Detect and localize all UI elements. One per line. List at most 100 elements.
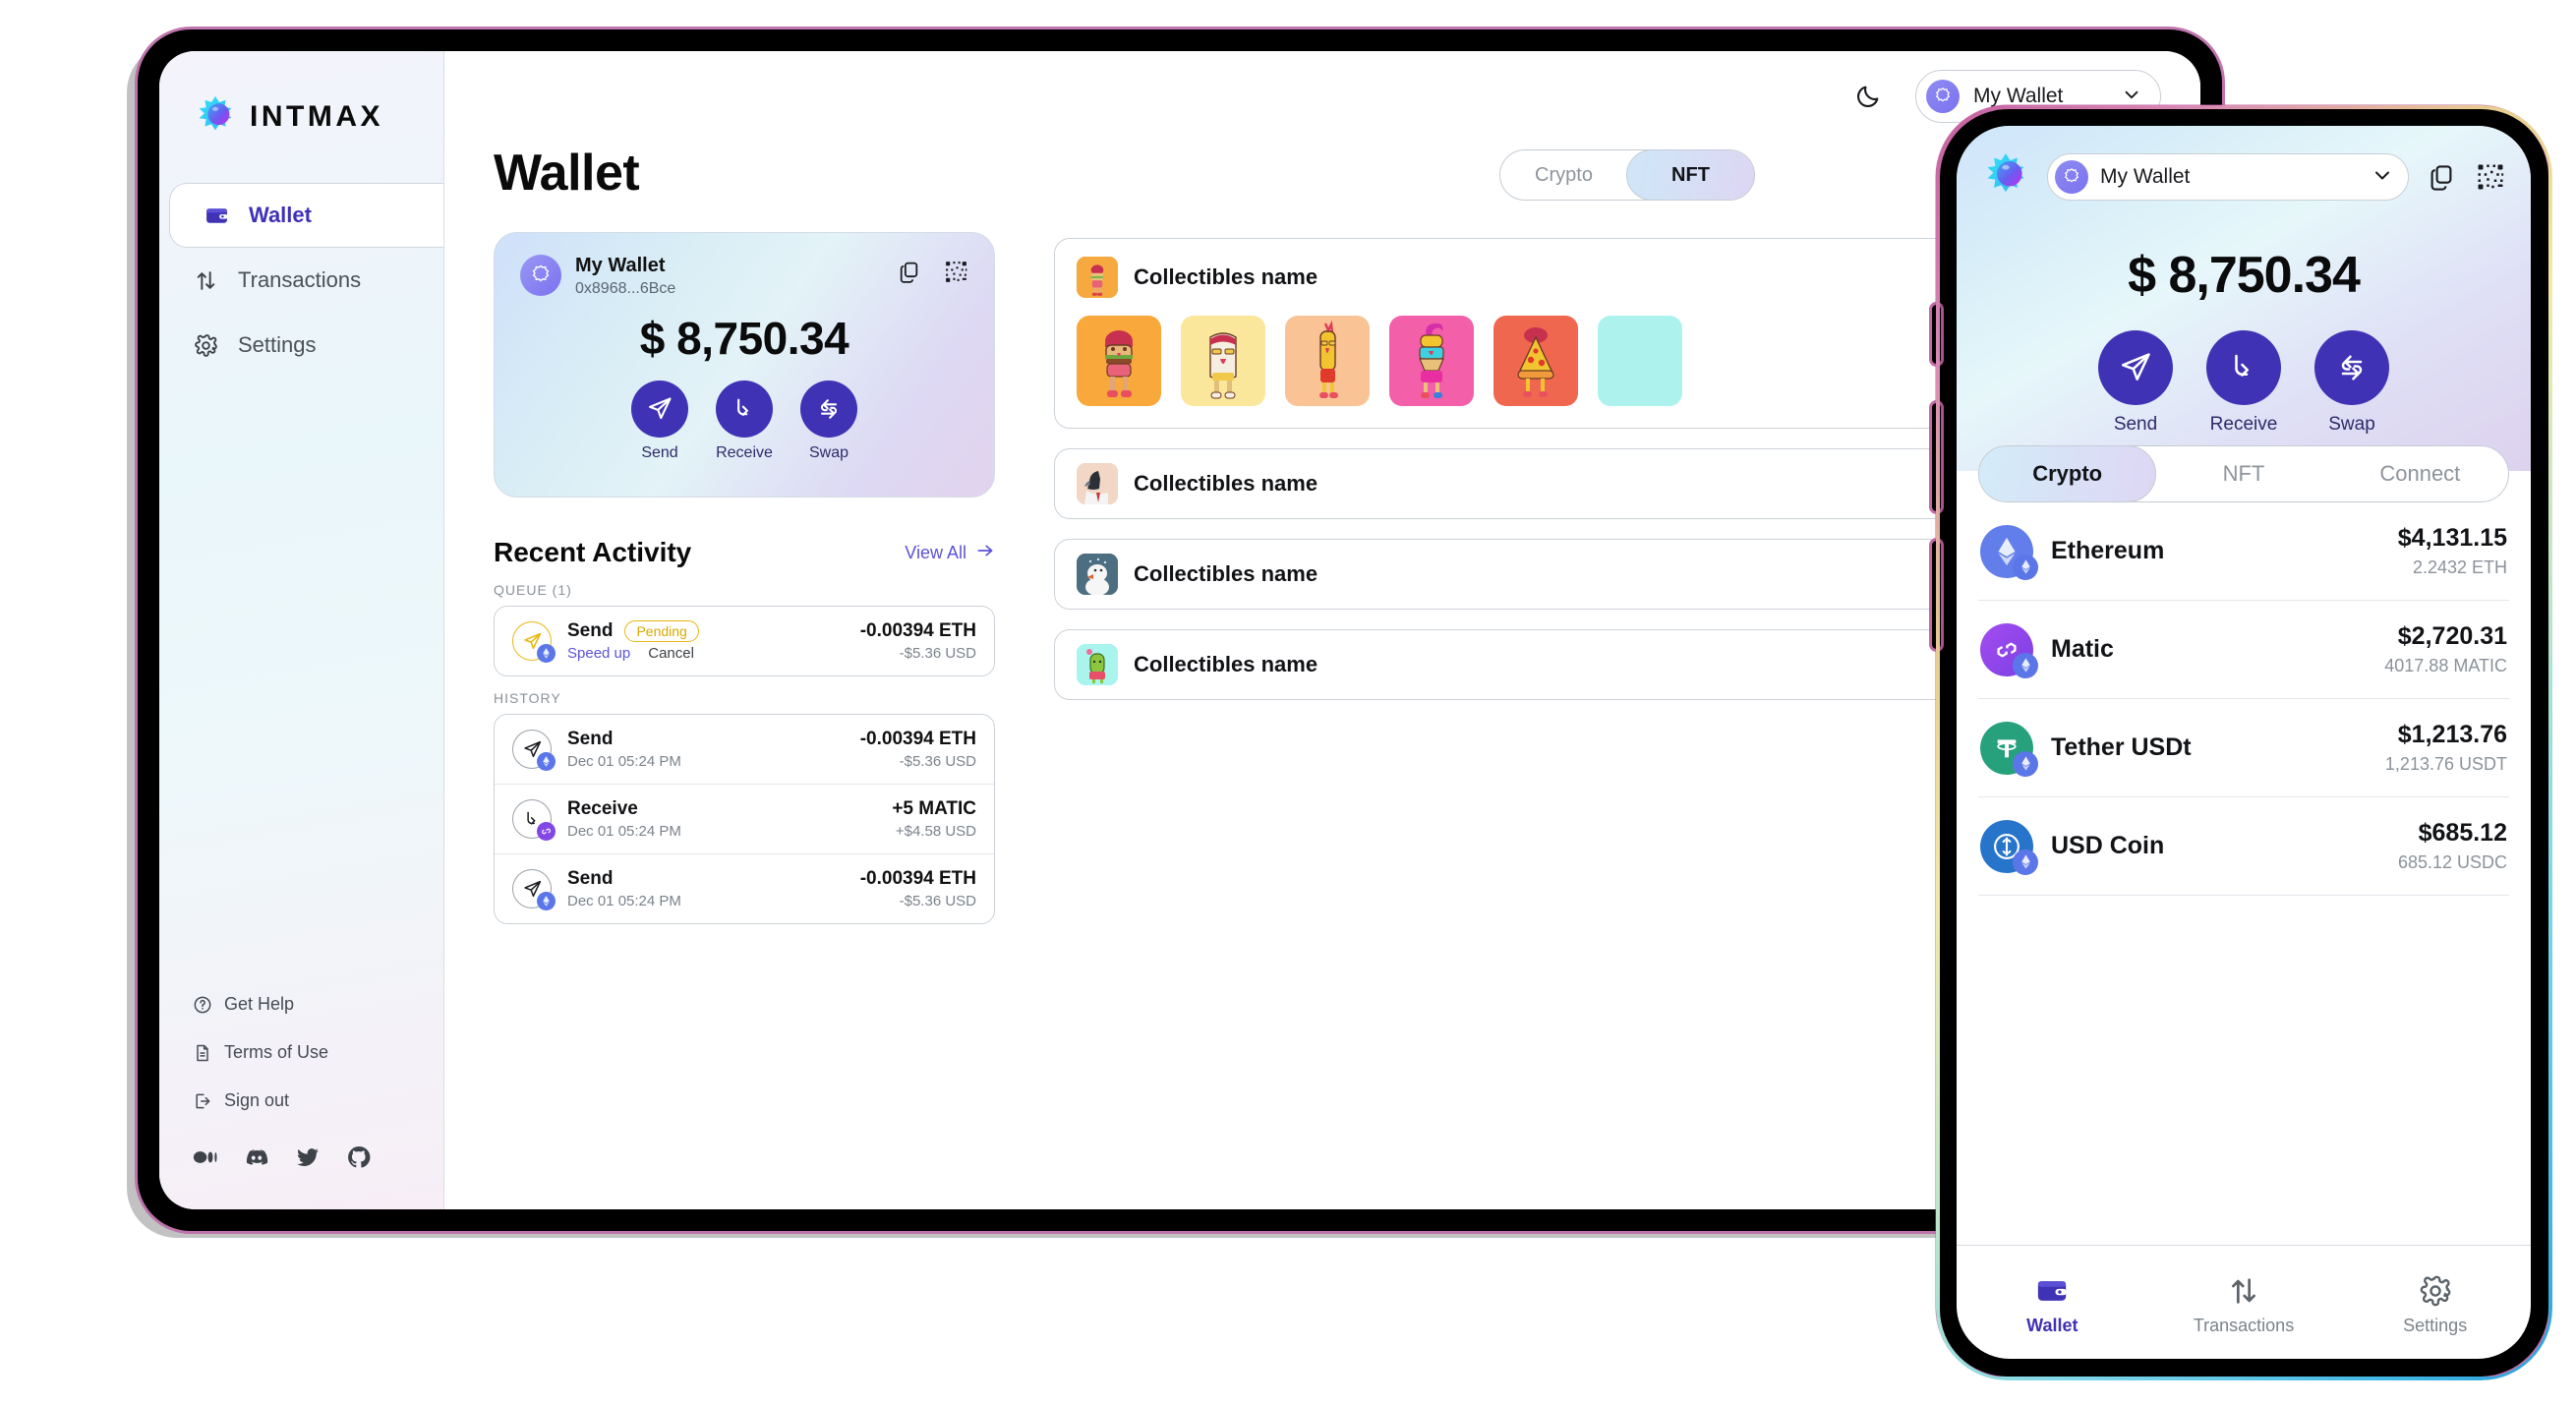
sidebar: INTMAX Wallet Transactions Settings Get … bbox=[159, 51, 444, 1209]
copy-icon[interactable] bbox=[896, 259, 921, 284]
transactions-arrows-icon bbox=[2148, 1272, 2340, 1310]
phone-wallet-selector[interactable]: My Wallet bbox=[2047, 153, 2409, 201]
table-row[interactable]: Send Pending Speed up Cancel -0.00394 ET… bbox=[495, 607, 994, 675]
get-help-link[interactable]: Get Help bbox=[193, 994, 443, 1015]
footer-link-label: Get Help bbox=[224, 994, 295, 1014]
token-values: $4,131.15 2.2432 ETH bbox=[2398, 524, 2507, 578]
collectible-thumbnail bbox=[1077, 644, 1118, 685]
receive-label: Receive bbox=[716, 444, 773, 461]
phone-nav-label: Wallet bbox=[2026, 1316, 2078, 1335]
moon-icon[interactable] bbox=[1848, 77, 1888, 116]
phone-nav-wallet[interactable]: Wallet bbox=[1957, 1272, 2148, 1336]
phone-nav-transactions[interactable]: Transactions bbox=[2148, 1272, 2340, 1336]
token-amount: 2.2432 ETH bbox=[2412, 557, 2507, 577]
phone-swap-button[interactable]: Swap bbox=[2314, 330, 2389, 436]
phone-balance-amount: $ 8,750.34 bbox=[2128, 247, 2361, 304]
phone-side-button-volume-down[interactable] bbox=[1932, 541, 1941, 649]
collectible-thumbnail bbox=[1077, 257, 1118, 298]
phone-tab-crypto[interactable]: Crypto bbox=[1979, 446, 2157, 501]
table-row[interactable]: Send Dec 01 05:24 PM -0.00394 ETH -$5.36… bbox=[495, 853, 994, 923]
collectible-name: Collectibles name bbox=[1134, 471, 1318, 496]
send-button[interactable]: Send bbox=[631, 381, 688, 462]
phone-hero: My Wallet $ 8,750.34 Send Receive Swap bbox=[1957, 126, 2531, 471]
qr-code-icon[interactable] bbox=[943, 259, 968, 284]
phone-screen: My Wallet $ 8,750.34 Send Receive Swap C… bbox=[1957, 126, 2531, 1359]
phone-swap-label: Swap bbox=[2328, 414, 2375, 435]
ethereum-icon bbox=[537, 892, 556, 910]
terms-of-use-link[interactable]: Terms of Use bbox=[193, 1042, 443, 1063]
github-icon[interactable] bbox=[346, 1144, 372, 1170]
transaction-amount: -0.00394 ETH bbox=[859, 729, 976, 749]
phone-nav-settings[interactable]: Settings bbox=[2339, 1272, 2531, 1336]
collectible-tile[interactable] bbox=[1598, 316, 1682, 406]
tab-crypto[interactable]: Crypto bbox=[1500, 150, 1627, 200]
speed-up-link[interactable]: Speed up bbox=[567, 645, 630, 662]
balance-card: My Wallet 0x8968...6Bce $ 8,750.34 Send … bbox=[494, 232, 995, 498]
transaction-title-line: Send Pending bbox=[567, 620, 845, 642]
phone-tab-nft[interactable]: NFT bbox=[2155, 446, 2331, 501]
intmax-logo-icon bbox=[193, 94, 238, 140]
token-usd-value: $1,213.76 bbox=[2397, 721, 2507, 748]
phone-tabs: Crypto NFT Connect bbox=[1978, 445, 2509, 502]
table-row[interactable]: Receive Dec 01 05:24 PM +5 MATIC +$4.58 … bbox=[495, 784, 994, 853]
medium-icon[interactable] bbox=[193, 1144, 218, 1170]
token-usd-value: $4,131.15 bbox=[2397, 524, 2507, 552]
sign-out-link[interactable]: Sign out bbox=[193, 1090, 443, 1111]
ethereum-chain-icon bbox=[2013, 750, 2038, 777]
transaction-type: Send bbox=[567, 868, 614, 889]
sidebar-item-settings[interactable]: Settings bbox=[159, 313, 443, 378]
collectible-tile[interactable] bbox=[1493, 316, 1578, 406]
question-circle-icon bbox=[193, 995, 212, 1015]
token-name: USD Coin bbox=[2051, 832, 2165, 859]
wallet-name: My Wallet bbox=[575, 255, 666, 276]
sidebar-item-transactions[interactable]: Transactions bbox=[159, 248, 443, 313]
header-bar: My Wallet bbox=[444, 51, 2200, 142]
discord-icon[interactable] bbox=[244, 1144, 269, 1170]
ethereum-icon bbox=[537, 752, 556, 771]
starburst-avatar-icon bbox=[520, 255, 561, 296]
token-usd-value: $2,720.31 bbox=[2397, 622, 2507, 650]
transaction-amounts: +5 MATIC +$4.58 USD bbox=[892, 798, 976, 840]
phone-receive-button[interactable]: Receive bbox=[2206, 330, 2281, 436]
social-links bbox=[193, 1144, 443, 1170]
phone-nav-label: Transactions bbox=[2193, 1316, 2295, 1335]
collectible-thumbnail bbox=[1077, 463, 1118, 504]
queue-label: QUEUE (1) bbox=[494, 582, 572, 598]
collectible-tile[interactable] bbox=[1181, 316, 1265, 406]
phone-side-button-mute[interactable] bbox=[1932, 305, 1941, 364]
history-list: Send Dec 01 05:24 PM -0.00394 ETH -$5.36… bbox=[494, 714, 995, 924]
document-icon bbox=[193, 1043, 212, 1063]
list-item[interactable]: Ethereum $4,131.15 2.2432 ETH bbox=[1978, 502, 2509, 601]
swap-arrows-icon bbox=[800, 381, 857, 438]
twitter-icon[interactable] bbox=[295, 1144, 321, 1170]
token-amount: 685.12 USDC bbox=[2397, 852, 2507, 872]
transaction-actions: Speed up Cancel bbox=[567, 645, 845, 662]
transaction-date: Dec 01 05:24 PM bbox=[567, 823, 681, 840]
list-item[interactable]: Tether USDt $1,213.76 1,213.76 USDT bbox=[1978, 699, 2509, 797]
collectible-tile[interactable] bbox=[1077, 316, 1161, 406]
cancel-link[interactable]: Cancel bbox=[648, 645, 694, 662]
collectible-tile[interactable] bbox=[1285, 316, 1370, 406]
list-item[interactable]: Matic $2,720.31 4017.88 MATIC bbox=[1978, 601, 2509, 699]
token-icon-wrap bbox=[1980, 721, 2038, 777]
view-all-link[interactable]: View All bbox=[905, 541, 995, 565]
phone-tab-connect[interactable]: Connect bbox=[2332, 446, 2508, 501]
copy-icon[interactable] bbox=[2425, 160, 2458, 194]
ethereum-icon bbox=[537, 644, 556, 663]
phone-side-button-volume-up[interactable] bbox=[1932, 403, 1941, 511]
wallet-icon bbox=[204, 203, 229, 228]
qr-code-icon[interactable] bbox=[2474, 160, 2507, 194]
recent-activity-header: Recent Activity View All bbox=[494, 537, 995, 568]
table-row[interactable]: Send Dec 01 05:24 PM -0.00394 ETH -$5.36… bbox=[495, 715, 994, 784]
history-label: HISTORY bbox=[494, 690, 561, 706]
list-item[interactable]: USD Coin $685.12 685.12 USDC bbox=[1978, 797, 2509, 896]
swap-button[interactable]: Swap bbox=[800, 381, 857, 462]
tab-nft[interactable]: NFT bbox=[1626, 150, 1754, 200]
phone-bottom-nav: Wallet Transactions Settings bbox=[1957, 1245, 2531, 1359]
receive-button[interactable]: Receive bbox=[716, 381, 773, 462]
sidebar-item-wallet[interactable]: Wallet bbox=[169, 183, 443, 248]
phone-send-button[interactable]: Send bbox=[2098, 330, 2173, 436]
phone-wallet-selector-label: My Wallet bbox=[2100, 165, 2191, 188]
collectible-tile[interactable] bbox=[1389, 316, 1474, 406]
footer-link-label: Terms of Use bbox=[224, 1042, 329, 1062]
